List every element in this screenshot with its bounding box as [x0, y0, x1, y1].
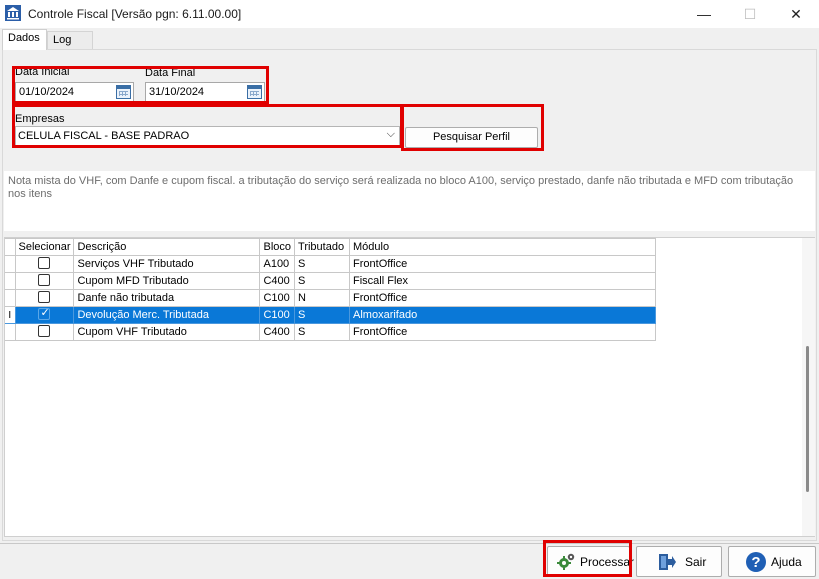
row-indicator: I: [5, 306, 16, 324]
cell-tributado: S: [294, 255, 351, 273]
maximize-button[interactable]: ☐: [727, 0, 773, 28]
data-final-value: 31/10/2024: [149, 86, 205, 98]
row-indicator: [5, 289, 16, 307]
checkbox[interactable]: [38, 291, 51, 304]
cell-descricao: Cupom MFD Tributado: [73, 272, 261, 290]
tab-log[interactable]: Log: [47, 31, 93, 49]
row-checkbox-cell[interactable]: [14, 323, 75, 341]
empresas-select[interactable]: CELULA FISCAL - BASE PADRAO ⌵: [15, 126, 400, 146]
empresas-value: CELULA FISCAL - BASE PADRAO: [18, 130, 190, 142]
col-modulo[interactable]: Módulo: [349, 238, 657, 256]
cell-modulo: Almoxarifado: [349, 306, 657, 324]
grid-header-row: Selecionar Descrição Bloco Tributado Mód…: [5, 238, 657, 256]
cell-bloco: C100: [259, 289, 296, 307]
data-inicial-label: Data Inicial: [15, 66, 70, 78]
col-descricao[interactable]: Descrição: [73, 238, 261, 256]
cell-tributado: N: [294, 289, 351, 307]
cell-tributado: S: [294, 272, 351, 290]
chevron-down-icon[interactable]: ⌵: [387, 128, 395, 141]
calendar-icon[interactable]: [116, 85, 131, 99]
row-checkbox-cell[interactable]: [14, 289, 75, 307]
row-checkbox-cell[interactable]: [14, 255, 75, 273]
title-bar: Controle Fiscal [Versão pgn: 6.11.00.00]…: [0, 0, 819, 28]
cell-descricao: Danfe não tributada: [73, 289, 261, 307]
window-title: Controle Fiscal [Versão pgn: 6.11.00.00]: [28, 7, 242, 21]
grid-area: Selecionar Descrição Bloco Tributado Mód…: [4, 237, 815, 537]
data-final-label: Data Final: [145, 67, 196, 79]
cell-modulo: FrontOffice: [349, 289, 657, 307]
cell-modulo: Fiscall Flex: [349, 272, 657, 290]
checkbox-checked[interactable]: [38, 306, 51, 321]
row-indicator: [5, 323, 16, 341]
sair-button[interactable]: Sair: [636, 546, 722, 577]
cell-descricao: Cupom VHF Tributado: [73, 323, 261, 341]
bank-icon: [5, 5, 21, 21]
tab-dados[interactable]: Dados: [2, 29, 47, 50]
bottom-divider: [0, 543, 819, 544]
cell-modulo: FrontOffice: [349, 255, 657, 273]
vertical-scrollbar[interactable]: [802, 238, 815, 536]
ajuda-label: Ajuda: [771, 555, 802, 569]
cell-descricao: Devolução Merc. Tributada: [73, 306, 261, 324]
row-indicator: [5, 272, 16, 290]
checkbox[interactable]: [38, 257, 51, 270]
sair-label: Sair: [685, 555, 707, 569]
table-row[interactable]: Danfe não tributada C100 N FrontOffice: [5, 289, 657, 307]
cell-bloco: C100: [259, 306, 296, 324]
data-final-field[interactable]: 31/10/2024: [145, 82, 265, 102]
cell-modulo: FrontOffice: [349, 323, 657, 341]
checkbox[interactable]: [38, 325, 51, 338]
ajuda-button[interactable]: ? Ajuda: [728, 546, 816, 577]
cell-tributado: S: [294, 306, 351, 324]
cell-bloco: C400: [259, 272, 296, 290]
calendar-icon[interactable]: [247, 85, 262, 99]
gears-icon: [557, 553, 575, 570]
row-checkbox-cell[interactable]: [14, 306, 75, 324]
table-row[interactable]: Cupom MFD Tributado C400 S Fiscall Flex: [5, 272, 657, 290]
data-inicial-field[interactable]: 01/10/2024: [15, 82, 134, 102]
pesquisar-perfil-button[interactable]: Pesquisar Perfil: [405, 127, 538, 148]
row-checkbox-cell[interactable]: [14, 272, 75, 290]
perfil-grid: Selecionar Descrição Bloco Tributado Mód…: [5, 238, 657, 341]
cell-descricao: Serviços VHF Tributado: [73, 255, 261, 273]
pesquisar-perfil-label: Pesquisar Perfil: [432, 131, 511, 143]
exit-door-icon: [659, 554, 676, 570]
table-row[interactable]: Cupom VHF Tributado C400 S FrontOffice: [5, 323, 657, 341]
cell-bloco: C400: [259, 323, 296, 341]
cell-bloco: A100: [259, 255, 296, 273]
description-text: Nota mista do VHF, com Danfe e cupom fis…: [4, 171, 815, 231]
close-button[interactable]: ✕: [773, 0, 819, 28]
col-selecionar[interactable]: Selecionar: [14, 238, 75, 256]
empresas-label: Empresas: [15, 113, 65, 125]
scrollbar-thumb[interactable]: [806, 346, 809, 492]
cell-tributado: S: [294, 323, 351, 341]
table-row[interactable]: Serviços VHF Tributado A100 S FrontOffic…: [5, 255, 657, 273]
minimize-button[interactable]: —: [681, 0, 727, 28]
col-tributado[interactable]: Tributado: [294, 238, 351, 256]
data-inicial-value: 01/10/2024: [19, 86, 75, 98]
row-indicator-header: [5, 238, 16, 256]
processar-label: Processar: [580, 555, 635, 569]
svg-text:?: ?: [751, 554, 760, 571]
checkbox[interactable]: [38, 274, 51, 287]
col-bloco[interactable]: Bloco: [259, 238, 296, 256]
table-row-selected[interactable]: I Devolução Merc. Tributada C100 S Almox…: [5, 306, 657, 324]
row-indicator: [5, 255, 16, 273]
help-icon: ?: [746, 552, 766, 572]
processar-button[interactable]: Processar: [547, 546, 634, 577]
